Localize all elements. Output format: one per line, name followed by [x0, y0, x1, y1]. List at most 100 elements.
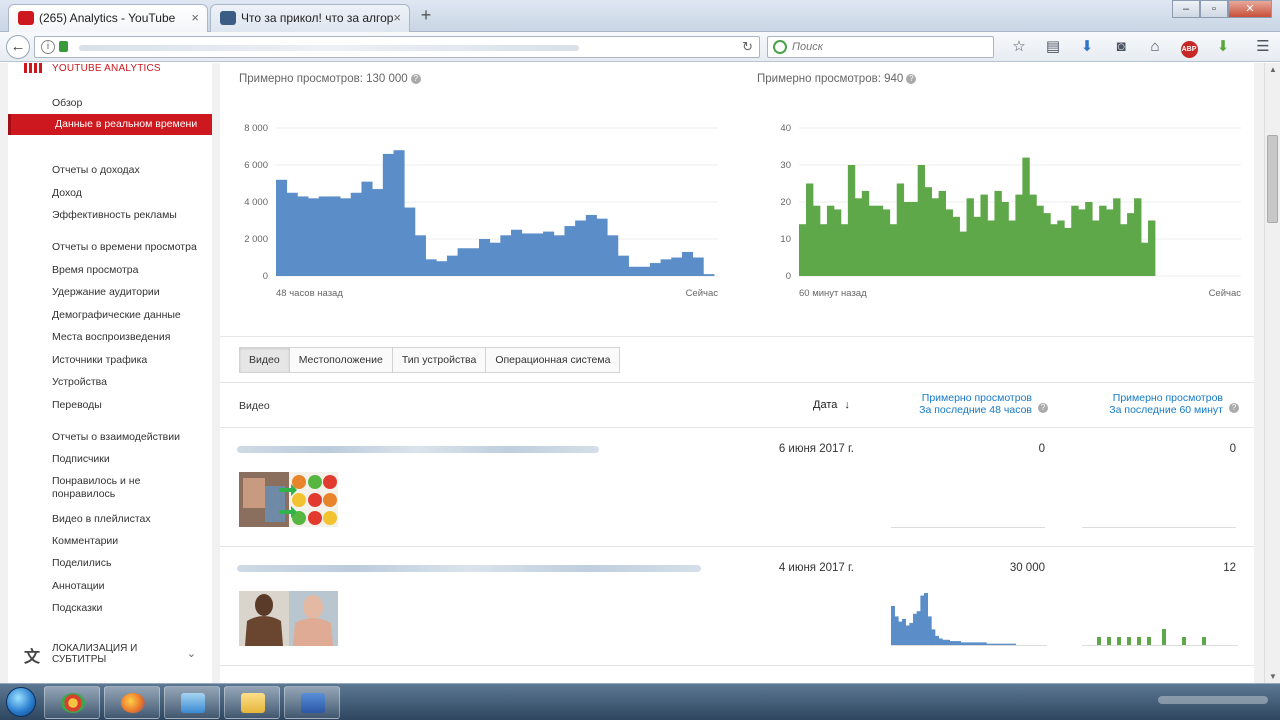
sparkline-bar: [920, 595, 925, 645]
sparkline-bar: [913, 613, 917, 645]
sparkline-bar: [924, 593, 929, 645]
scroll-thumb[interactable]: [1267, 135, 1278, 223]
address-bar[interactable]: i ↻: [34, 36, 760, 58]
sidebar-item-cards[interactable]: Подсказки: [8, 602, 212, 615]
column-header-views-48h-line1: Примерно просмотров: [921, 392, 1032, 404]
sidebar-item-revenue[interactable]: Доход: [8, 187, 212, 200]
maximize-button[interactable]: ▫: [1200, 0, 1228, 18]
sidebar-item-overview[interactable]: Обзор: [8, 97, 212, 110]
close-window-button[interactable]: ✕: [1228, 0, 1272, 18]
search-bar[interactable]: [767, 36, 994, 58]
sidebar-item-traffic-sources[interactable]: Источники трафика: [8, 354, 212, 367]
close-icon[interactable]: ×: [191, 5, 199, 31]
video-thumbnail[interactable]: [239, 472, 338, 527]
chart-bar: [861, 190, 870, 276]
chart-bar: [973, 216, 981, 276]
download-icon[interactable]: ⬇: [1070, 36, 1104, 58]
analytics-sidebar: YOUTUBE ANALYTICS Обзор Данные в реально…: [8, 63, 212, 683]
help-icon[interactable]: ?: [410, 73, 421, 84]
chart-48-hours: 8 000 6 000 4 000 2 000 0 48 часов назад Сейча…: [244, 123, 718, 299]
chart-bar: [649, 263, 661, 276]
menu-icon[interactable]: ☰: [1246, 36, 1280, 58]
scroll-up-icon[interactable]: ▲: [1268, 65, 1278, 74]
sparkline-bar: [986, 643, 991, 645]
sidebar-item-playback-locations[interactable]: Места воспроизведения: [8, 331, 212, 344]
taskbar-app-explorer[interactable]: [164, 686, 220, 719]
y-tick-label: 40: [780, 123, 791, 134]
sparkline-bar: [1137, 637, 1141, 645]
help-icon[interactable]: ?: [906, 73, 917, 84]
column-header-date[interactable]: Дата ↓: [813, 399, 850, 411]
sidebar-localization[interactable]: ЛОКАЛИЗАЦИЯ И СУБТИТРЫ: [8, 643, 212, 665]
sidebar-item-sharing[interactable]: Поделились: [8, 557, 212, 570]
column-header-views-48h-line2: За последние 48 часов: [919, 404, 1032, 416]
chart-bar: [1092, 220, 1100, 276]
reload-icon[interactable]: ↻: [742, 39, 753, 55]
chart-bar: [511, 229, 523, 276]
chart-bar: [692, 257, 704, 276]
sidebar-item-playlists[interactable]: Видео в плейлистах: [8, 513, 212, 526]
sparkline-bar: [1001, 643, 1006, 645]
chart-bar: [372, 189, 384, 276]
pocket-icon[interactable]: ◙: [1104, 36, 1138, 58]
video-date: 4 июня 2017 г.: [778, 562, 854, 574]
tab-operating-system[interactable]: Операционная система: [485, 347, 621, 373]
start-button-icon[interactable]: [6, 687, 36, 717]
taskbar-app-word[interactable]: [284, 686, 340, 719]
video-thumbnail[interactable]: [239, 591, 338, 646]
sidebar-item-watch-time-reports[interactable]: Отчеты о времени просмотра: [8, 241, 212, 254]
sidebar-item-engagement-reports[interactable]: Отчеты о взаимодействии: [8, 431, 212, 444]
tab-video[interactable]: Видео: [239, 347, 290, 373]
sidebar-item-annotations[interactable]: Аннотации: [8, 580, 212, 593]
column-header-views-48h[interactable]: Примерно просмотров За последние 48 часо…: [900, 392, 1032, 416]
bookmark-star-icon[interactable]: ☆: [1002, 36, 1036, 58]
search-input[interactable]: [792, 39, 987, 55]
chevron-down-icon[interactable]: ⌄: [187, 647, 196, 660]
chart-bar: [1099, 205, 1107, 276]
back-button[interactable]: ←: [6, 35, 30, 59]
chart-bar: [585, 214, 597, 276]
tab-second[interactable]: Что за прикол! что за алгор ×: [210, 4, 410, 32]
y-tick-label: 10: [780, 234, 791, 245]
sidebar-item-realtime[interactable]: Данные в реальном времени: [8, 114, 212, 135]
video-title-blurred[interactable]: [237, 446, 599, 453]
sidebar-item-subscribers[interactable]: Подписчики: [8, 453, 212, 466]
new-tab-button[interactable]: +: [414, 4, 438, 28]
taskbar-app-chrome[interactable]: [44, 686, 100, 719]
adblock-badge: ABP: [1180, 41, 1198, 58]
video-title-blurred[interactable]: [237, 565, 701, 572]
divider: [220, 382, 1254, 383]
tab-device-type[interactable]: Тип устройства: [391, 347, 487, 373]
sidebar-item-watch-time[interactable]: Время просмотра: [8, 264, 212, 277]
sidebar-item-audience-retention[interactable]: Удержание аудитории: [8, 286, 212, 299]
sidebar-item-likes-dislikes[interactable]: Понравилось и не понравилось: [8, 475, 212, 501]
chart-bar: [660, 259, 672, 276]
scroll-down-icon[interactable]: ▼: [1268, 672, 1278, 681]
reading-list-icon[interactable]: ▤: [1036, 36, 1070, 58]
chart-bar: [1134, 198, 1142, 276]
extension-download-icon[interactable]: ⬇: [1206, 36, 1240, 58]
page-scrollbar[interactable]: ▲ ▼: [1264, 63, 1280, 683]
taskbar-app-folder[interactable]: [224, 686, 280, 719]
minimize-button[interactable]: ‒: [1172, 0, 1200, 18]
app-icon: [241, 693, 265, 713]
tab-youtube-analytics[interactable]: (265) Analytics - YouTube ×: [8, 4, 208, 32]
sidebar-item-revenue-reports[interactable]: Отчеты о доходах: [8, 164, 212, 177]
taskbar-app-firefox[interactable]: [104, 686, 160, 719]
views-60m-value: 0: [1229, 443, 1236, 455]
sidebar-item-translations[interactable]: Переводы: [8, 399, 212, 412]
sidebar-item-ad-performance[interactable]: Эффективность рекламы: [8, 209, 212, 222]
close-icon[interactable]: ×: [393, 5, 401, 31]
adblock-icon[interactable]: ABP: [1172, 36, 1206, 58]
chart-bar: [1148, 220, 1156, 276]
sidebar-item-demographics[interactable]: Демографические данные: [8, 309, 212, 322]
info-icon[interactable]: i: [41, 40, 55, 54]
sidebar-item-devices[interactable]: Устройства: [8, 376, 212, 389]
help-icon[interactable]: ?: [1038, 403, 1048, 413]
y-tick-label: 8 000: [244, 123, 268, 134]
help-icon[interactable]: ?: [1229, 403, 1239, 413]
sidebar-item-comments[interactable]: Комментарии: [8, 535, 212, 548]
column-header-views-60m[interactable]: Примерно просмотров За последние 60 мину…: [1090, 392, 1223, 416]
tab-location[interactable]: Местоположение: [288, 347, 393, 373]
home-icon[interactable]: ⌂: [1138, 36, 1172, 58]
